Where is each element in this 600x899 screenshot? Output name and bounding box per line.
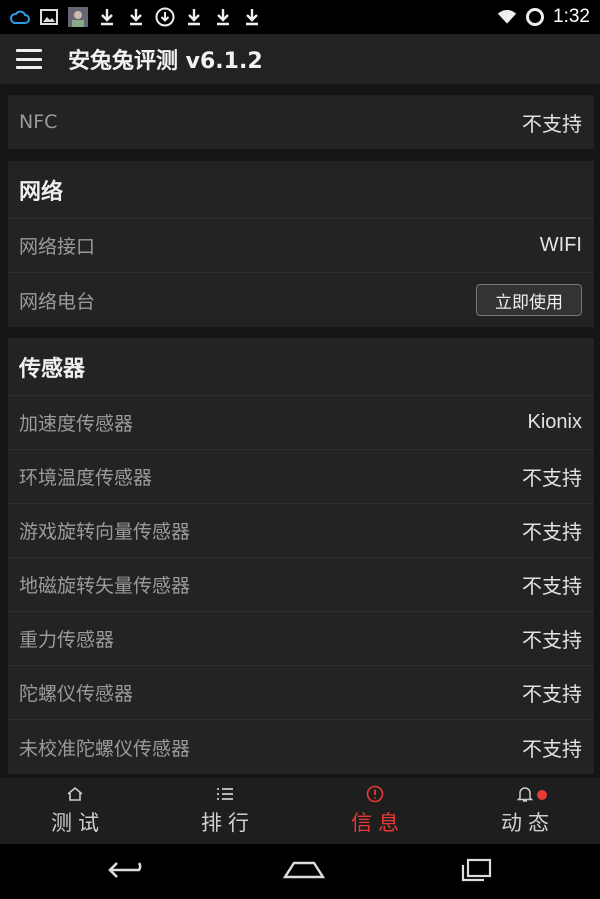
row-sensor: 陀螺仪传感器 不支持 <box>8 666 594 720</box>
image-icon <box>39 7 59 27</box>
cloud-icon <box>10 7 30 27</box>
info-list[interactable]: NFC 不支持 网络 网络接口 WIFI 网络电台 立即使用 传感器 加速度传感… <box>0 84 600 778</box>
row-value: 不支持 <box>522 113 582 136</box>
menu-icon[interactable] <box>16 49 42 69</box>
row-label: 地磁旋转矢量传感器 <box>19 575 191 597</box>
row-sensor: 未校准陀螺仪传感器 不支持 <box>8 720 594 774</box>
home-icon <box>66 785 84 803</box>
row-sensor: 游戏旋转向量传感器 不支持 <box>8 504 594 558</box>
row-value: 不支持 <box>522 738 582 761</box>
recent-apps-icon[interactable] <box>459 858 493 886</box>
notification-icons <box>10 7 262 27</box>
row-sensor: 地磁旋转矢量传感器 不支持 <box>8 558 594 612</box>
row-label: 游戏旋转向量传感器 <box>19 521 191 543</box>
row-value: 不支持 <box>522 684 582 706</box>
row-value: 不支持 <box>522 468 582 490</box>
status-clock: 1:32 <box>553 6 590 27</box>
row-label: 未校准陀螺仪传感器 <box>19 737 191 760</box>
row-value: WIFI <box>539 234 582 256</box>
list-icon <box>216 785 234 803</box>
tab-label: 测试 <box>51 811 105 835</box>
tab-label: 信息 <box>351 811 405 835</box>
info-icon <box>366 785 384 803</box>
tab-test[interactable]: 测试 <box>0 778 150 844</box>
row-network-radio: 网络电台 立即使用 <box>8 273 594 327</box>
row-label: NFC <box>19 111 58 133</box>
download-icon <box>184 7 204 27</box>
download-icon <box>126 7 146 27</box>
tab-info[interactable]: 信息 <box>300 778 450 844</box>
card-sensors: 传感器 加速度传感器 Kionix 环境温度传感器 不支持 游戏旋转向量传感器 … <box>8 338 594 774</box>
row-nfc: NFC 不支持 <box>8 95 594 149</box>
download-icon <box>213 7 233 27</box>
row-sensor: 环境温度传感器 不支持 <box>8 450 594 504</box>
section-title-sensors: 传感器 <box>8 338 594 396</box>
bell-icon <box>516 785 534 803</box>
loading-circle-icon <box>525 7 545 27</box>
tab-ranking[interactable]: 排行 <box>150 778 300 844</box>
app-title: 安兔兔评测 v6.1.2 <box>68 49 263 74</box>
bottom-nav: 测试 排行 信息 动态 <box>0 778 600 844</box>
system-nav-bar <box>0 844 600 899</box>
card-previous-section: NFC 不支持 <box>8 95 594 149</box>
row-label: 环境温度传感器 <box>19 467 153 489</box>
avatar-icon <box>68 7 88 27</box>
tab-news[interactable]: 动态 <box>450 778 600 844</box>
row-label: 网络接口 <box>19 236 96 258</box>
row-label: 重力传感器 <box>19 629 115 651</box>
download-icon <box>242 7 262 27</box>
row-network-interface: 网络接口 WIFI <box>8 219 594 273</box>
row-value: Kionix <box>527 411 582 433</box>
row-value: 不支持 <box>522 522 582 544</box>
row-label: 网络电台 <box>19 290 96 313</box>
row-sensor: 重力传感器 不支持 <box>8 612 594 666</box>
download-circle-icon <box>155 7 175 27</box>
app-bar: 安兔兔评测 v6.1.2 <box>0 34 600 84</box>
system-status: 1:32 <box>497 6 590 28</box>
card-network: 网络 网络接口 WIFI 网络电台 立即使用 <box>8 161 594 327</box>
status-bar: 1:32 <box>0 0 600 34</box>
section-title-network: 网络 <box>8 161 594 219</box>
row-label: 加速度传感器 <box>19 413 134 435</box>
download-icon <box>97 7 117 27</box>
use-now-button[interactable]: 立即使用 <box>476 284 582 316</box>
tab-label: 排行 <box>201 811 255 835</box>
row-sensor: 加速度传感器 Kionix <box>8 396 594 450</box>
back-icon[interactable] <box>107 859 149 885</box>
row-label: 陀螺仪传感器 <box>19 683 134 705</box>
tab-label: 动态 <box>501 811 555 835</box>
home-button-icon[interactable] <box>282 859 326 885</box>
notification-badge <box>537 790 547 800</box>
row-value: 不支持 <box>522 630 582 652</box>
row-value: 不支持 <box>522 576 582 598</box>
wifi-icon <box>497 7 517 27</box>
